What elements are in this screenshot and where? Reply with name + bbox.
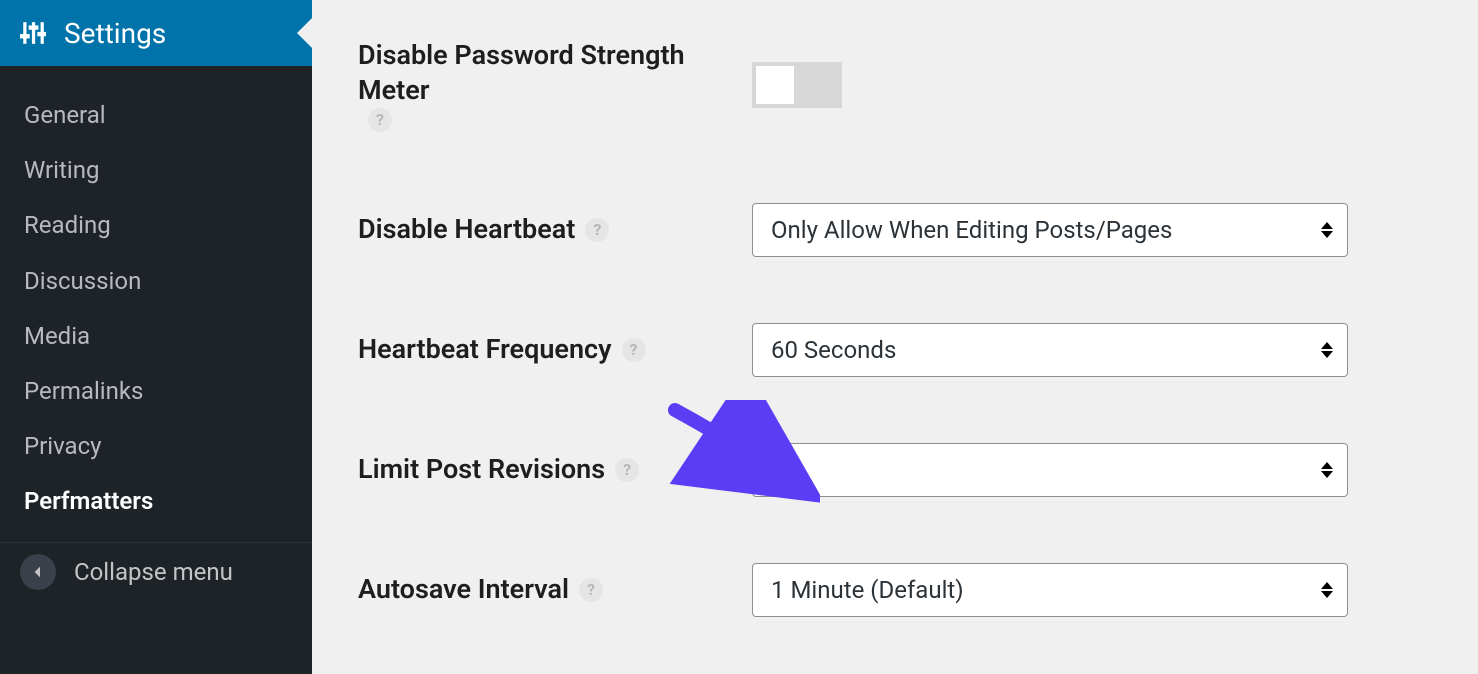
settings-panel: Disable Password Strength Meter ? Disabl… <box>312 0 1478 674</box>
select-autosave-interval[interactable]: 1 Minute (Default) <box>752 563 1348 617</box>
setting-label: Disable Heartbeat ? <box>312 212 752 247</box>
sidebar-item-permalinks[interactable]: Permalinks <box>0 364 312 419</box>
collapse-menu-label: Collapse menu <box>74 558 233 586</box>
help-icon[interactable]: ? <box>622 338 646 362</box>
row-limit-post-revisions: Limit Post Revisions ? 3 <box>312 410 1478 530</box>
collapse-menu-button[interactable]: Collapse menu <box>0 542 312 602</box>
row-autosave-interval: Autosave Interval ? 1 Minute (Default) <box>312 530 1478 650</box>
chevron-left-icon <box>20 554 56 590</box>
sidebar-item-media[interactable]: Media <box>0 309 312 364</box>
select-heartbeat-frequency[interactable]: 60 Seconds <box>752 323 1348 377</box>
label-text: Disable Password Strength Meter <box>358 38 752 108</box>
help-icon[interactable]: ? <box>585 218 609 242</box>
updown-icon <box>1321 582 1333 598</box>
help-icon[interactable]: ? <box>368 108 392 132</box>
sidebar-item-discussion[interactable]: Discussion <box>0 254 312 309</box>
row-disable-heartbeat: Disable Heartbeat ? Only Allow When Edit… <box>312 170 1478 290</box>
label-text: Disable Heartbeat <box>358 212 575 247</box>
label-text: Autosave Interval <box>358 572 569 607</box>
select-value: Only Allow When Editing Posts/Pages <box>771 216 1172 244</box>
sidebar-item-reading[interactable]: Reading <box>0 198 312 253</box>
toggle-knob <box>756 66 794 104</box>
select-limit-post-revisions[interactable]: 3 <box>752 443 1348 497</box>
sidebar-item-writing[interactable]: Writing <box>0 143 312 198</box>
sidebar-section-settings[interactable]: Settings <box>0 0 312 66</box>
sidebar-menu: General Writing Reading Discussion Media… <box>0 66 312 530</box>
setting-label: Autosave Interval ? <box>312 572 752 607</box>
updown-icon <box>1321 342 1333 358</box>
help-icon[interactable]: ? <box>579 578 603 602</box>
sliders-icon <box>18 18 48 48</box>
sidebar-item-privacy[interactable]: Privacy <box>0 419 312 474</box>
admin-sidebar: Settings General Writing Reading Discuss… <box>0 0 312 674</box>
label-text: Limit Post Revisions <box>358 452 605 487</box>
setting-label: Limit Post Revisions ? <box>312 452 752 487</box>
select-disable-heartbeat[interactable]: Only Allow When Editing Posts/Pages <box>752 203 1348 257</box>
select-value: 1 Minute (Default) <box>771 576 964 604</box>
updown-icon <box>1321 462 1333 478</box>
toggle-disable-password-strength[interactable] <box>752 62 842 108</box>
setting-label: Disable Password Strength Meter ? <box>312 38 752 132</box>
row-heartbeat-frequency: Heartbeat Frequency ? 60 Seconds <box>312 290 1478 410</box>
select-value: 60 Seconds <box>771 336 896 364</box>
setting-label: Heartbeat Frequency ? <box>312 332 752 367</box>
help-icon[interactable]: ? <box>615 458 639 482</box>
sidebar-section-title: Settings <box>64 17 166 50</box>
sidebar-item-general[interactable]: General <box>0 88 312 143</box>
sidebar-item-perfmatters[interactable]: Perfmatters <box>0 474 312 529</box>
select-value: 3 <box>771 456 785 484</box>
updown-icon <box>1321 222 1333 238</box>
label-text: Heartbeat Frequency <box>358 332 612 367</box>
row-disable-password-strength-meter: Disable Password Strength Meter ? <box>312 0 1478 170</box>
